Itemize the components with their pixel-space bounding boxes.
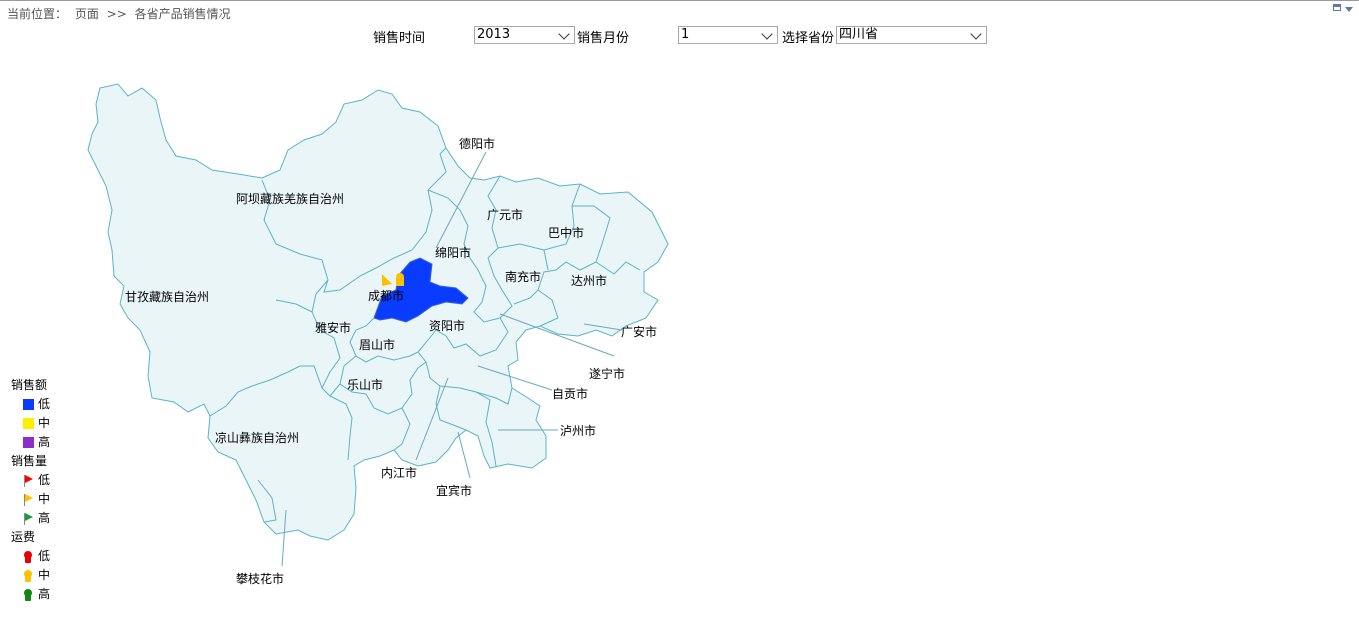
sichuan-map: 德阳市 阿坝藏族羌族自治州 广元市 巴中市 绵阳市 南充市 达州市 甘孜藏族自治… bbox=[87, 83, 669, 586]
label-meishan: 眉山市 bbox=[359, 337, 395, 352]
label-zigong: 自贡市 bbox=[552, 386, 588, 401]
legend-item[interactable]: 低 bbox=[11, 547, 50, 566]
legend-sales-amount-title: 销售额 bbox=[11, 378, 48, 392]
label-ziyang: 资阳市 bbox=[429, 318, 465, 333]
label-neijiang: 内江市 bbox=[381, 465, 417, 480]
label-leshan: 乐山市 bbox=[347, 377, 383, 392]
label-mianyang: 绵阳市 bbox=[435, 245, 471, 260]
legend-freight-title: 运费 bbox=[11, 530, 36, 544]
label-yaan: 雅安市 bbox=[315, 320, 351, 335]
square-icon bbox=[23, 437, 34, 448]
legend-label: 低 bbox=[38, 549, 51, 563]
label-deyang: 德阳市 bbox=[459, 136, 495, 151]
label-liangshan: 凉山彝族自治州 bbox=[215, 430, 299, 445]
label-chengdu: 成都市 bbox=[368, 288, 404, 303]
legend-item[interactable]: 中 bbox=[11, 490, 50, 509]
label-dazhou: 达州市 bbox=[571, 273, 607, 288]
square-icon bbox=[23, 418, 34, 429]
label-guangan: 广安市 bbox=[621, 324, 657, 339]
label-luzhou: 泸州市 bbox=[560, 423, 596, 438]
legend-label: 中 bbox=[38, 568, 51, 582]
flag-icon bbox=[23, 513, 34, 525]
legend-item[interactable]: 高 bbox=[11, 585, 50, 604]
legend-label: 低 bbox=[38, 473, 51, 487]
legend-label: 高 bbox=[38, 511, 51, 525]
pin-icon bbox=[23, 589, 34, 601]
label-ganzi: 甘孜藏族自治州 bbox=[125, 290, 209, 304]
label-panzhihua: 攀枝花市 bbox=[236, 571, 284, 586]
legend-item[interactable]: 高 bbox=[11, 509, 50, 528]
label-aba: 阿坝藏族羌族自治州 bbox=[236, 192, 344, 206]
label-yibin: 宜宾市 bbox=[436, 483, 472, 498]
legend-item[interactable]: 低 bbox=[11, 471, 50, 490]
legend-item[interactable]: 低 bbox=[11, 395, 50, 414]
map-legend: 销售额 低 中 高 销售量 低 中 高 运费 低 中 高 bbox=[11, 376, 50, 604]
flag-icon bbox=[23, 494, 34, 506]
label-bazhong: 巴中市 bbox=[548, 225, 584, 240]
label-suining: 遂宁市 bbox=[589, 366, 625, 381]
flag-icon bbox=[23, 475, 34, 487]
legend-label: 高 bbox=[38, 587, 51, 601]
square-icon bbox=[23, 399, 34, 410]
legend-label: 低 bbox=[38, 397, 51, 411]
legend-label: 中 bbox=[38, 492, 51, 506]
pin-icon bbox=[23, 551, 34, 563]
legend-item[interactable]: 中 bbox=[11, 414, 50, 433]
legend-label: 高 bbox=[38, 435, 51, 449]
pin-icon bbox=[23, 570, 34, 582]
legend-item[interactable]: 高 bbox=[11, 433, 50, 452]
label-nanchong: 南充市 bbox=[505, 269, 541, 284]
freight-pin-icon[interactable] bbox=[396, 273, 404, 286]
legend-item[interactable]: 中 bbox=[11, 566, 50, 585]
label-guangyuan: 广元市 bbox=[487, 207, 523, 222]
legend-label: 中 bbox=[38, 416, 51, 430]
legend-sales-volume-title: 销售量 bbox=[11, 454, 48, 468]
